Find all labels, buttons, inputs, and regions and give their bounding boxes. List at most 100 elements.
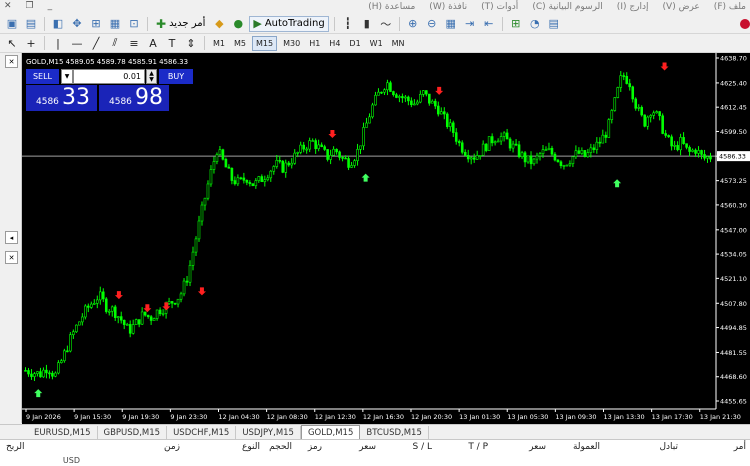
lot-size-input[interactable]: 0.01 xyxy=(73,69,145,84)
minimize-icon[interactable]: _ xyxy=(48,1,53,11)
periods-icon[interactable]: ◔ xyxy=(527,16,543,32)
autoscroll-icon[interactable]: ⇥ xyxy=(462,16,478,32)
timeframe-h1[interactable]: H1 xyxy=(306,36,323,51)
candle-body xyxy=(266,177,270,181)
new-chart-icon[interactable]: ▣ xyxy=(4,16,20,32)
menu-help[interactable]: مساعدة (H) xyxy=(368,2,415,12)
terminal-icon[interactable]: ▦ xyxy=(107,16,123,32)
close-icon[interactable]: ✕ xyxy=(4,1,12,11)
new-order-button[interactable]: ✚ أمر جديد xyxy=(153,16,208,32)
strategy-tester-icon[interactable]: ⊡ xyxy=(126,16,142,32)
col-symbol[interactable]: رمز xyxy=(308,442,322,452)
menu-window[interactable]: نافذة (W) xyxy=(429,2,467,12)
col-commission[interactable]: العمولة xyxy=(573,442,600,452)
tab-usdjpy[interactable]: USDJPY,M15 xyxy=(236,426,301,439)
panel-close-icon[interactable]: ✕ xyxy=(5,55,18,68)
channel-icon[interactable]: ⫽ xyxy=(107,35,123,51)
bar-chart-icon[interactable]: ┇ xyxy=(340,16,356,32)
line-chart-icon[interactable]: 〜 xyxy=(378,16,394,32)
sell-button[interactable]: SELL xyxy=(26,69,59,84)
current-price-label: 4586.33 xyxy=(719,153,746,161)
price-tick-label: 4547.00 xyxy=(720,226,747,234)
indicators-icon[interactable]: ⊞ xyxy=(508,16,524,32)
candle-body xyxy=(320,144,323,148)
col-price-current[interactable]: سعر xyxy=(529,442,546,452)
candle-body xyxy=(119,316,123,321)
horizontal-line-icon[interactable]: — xyxy=(69,35,85,51)
buy-price-box[interactable]: 4586 98 xyxy=(99,85,169,111)
lot-spinner[interactable]: ▲ ▼ xyxy=(146,69,157,84)
price-chart[interactable]: GOLD,M15 4589.05 4589.78 4585.91 4586.33… xyxy=(22,53,750,424)
col-order[interactable]: أمر xyxy=(734,442,746,452)
col-tp[interactable]: T / P xyxy=(468,442,488,452)
menu-file[interactable]: ملف (F) xyxy=(714,2,746,12)
tab-btcusd[interactable]: BTCUSD,M15 xyxy=(360,426,429,439)
timeframe-m30[interactable]: M30 xyxy=(280,36,303,51)
autotrading-button[interactable]: ▶ AutoTrading xyxy=(249,15,329,32)
tab-eurusd[interactable]: EURUSD,M15 xyxy=(28,426,98,439)
chart-shift-icon[interactable]: ⇤ xyxy=(481,16,497,32)
timeframe-d1[interactable]: D1 xyxy=(346,36,363,51)
zoom-out-icon[interactable]: ⊖ xyxy=(424,16,440,32)
tab-gbpusd[interactable]: GBPUSD,M15 xyxy=(98,426,168,439)
label-icon[interactable]: T xyxy=(164,35,180,51)
arrows-icon[interactable]: ⇕ xyxy=(183,35,199,51)
timeframe-h4[interactable]: H4 xyxy=(326,36,343,51)
col-sl[interactable]: S / L xyxy=(413,442,432,452)
tab-usdchf[interactable]: USDCHF,M15 xyxy=(167,426,237,439)
text-icon[interactable]: A xyxy=(145,35,161,51)
notification-badge[interactable] xyxy=(740,18,750,29)
candle-body xyxy=(383,89,386,93)
time-tick-label: 13 Jan 05:30 xyxy=(507,413,548,421)
spin-down-icon[interactable]: ▼ xyxy=(149,76,154,83)
candle-body xyxy=(676,145,679,151)
lot-dropdown-icon[interactable]: ▼ xyxy=(61,69,73,84)
candle-body xyxy=(410,100,413,106)
candlestick-icon[interactable]: ▮ xyxy=(359,16,375,32)
timeframe-m1[interactable]: M1 xyxy=(210,36,228,51)
col-swap[interactable]: تبادل xyxy=(659,442,678,452)
fibonacci-icon[interactable]: ≡ xyxy=(126,35,142,51)
cursor-icon[interactable]: ↖ xyxy=(4,35,20,51)
restore-icon[interactable]: ❐ xyxy=(26,1,34,11)
col-time[interactable]: زمن xyxy=(164,442,180,452)
globe-icon[interactable]: ● xyxy=(230,16,246,32)
col-volume[interactable]: الحجم xyxy=(269,442,292,452)
panel-close-icon[interactable]: ✕ xyxy=(5,251,18,264)
timeframe-mn[interactable]: MN xyxy=(389,36,408,51)
col-profit[interactable]: الربح xyxy=(6,442,25,452)
navigator-icon[interactable]: ⊞ xyxy=(88,16,104,32)
menu-insert[interactable]: إدارج (I) xyxy=(617,2,649,12)
vertical-line-icon[interactable]: | xyxy=(50,35,66,51)
menu-tools[interactable]: أدوات (T) xyxy=(481,2,518,12)
timeframe-m5[interactable]: M5 xyxy=(231,36,249,51)
candle-body xyxy=(137,319,141,325)
candle-body xyxy=(601,134,605,144)
terminal-row[interactable]: USD xyxy=(0,456,750,466)
tile-windows-icon[interactable]: ▦ xyxy=(443,16,459,32)
candle-body xyxy=(278,160,282,162)
window-controls: ✕ ❐ _ xyxy=(4,1,52,11)
candle-body xyxy=(392,91,395,96)
col-price[interactable]: سعر xyxy=(359,442,376,452)
menu-charts[interactable]: الرسوم البيانية (C) xyxy=(532,2,602,12)
crosshair-icon[interactable]: + xyxy=(23,35,39,51)
timeframe-m15[interactable]: M15 xyxy=(252,35,278,51)
candle-body xyxy=(451,122,455,133)
tab-gold[interactable]: GOLD,M15 xyxy=(300,425,361,439)
timeframe-w1[interactable]: W1 xyxy=(367,36,386,51)
standard-toolbar: ▣ ▤ ◧ ✥ ⊞ ▦ ⊡ ✚ أمر جديد ◆ ● ▶ AutoTradi… xyxy=(0,14,750,34)
sell-price-box[interactable]: 4586 33 xyxy=(26,85,97,111)
zoom-in-icon[interactable]: ⊕ xyxy=(405,16,421,32)
templates-icon[interactable]: ▤ xyxy=(546,16,562,32)
trendline-icon[interactable]: ╱ xyxy=(88,35,104,51)
menu-view[interactable]: عرض (V) xyxy=(663,2,700,12)
buy-button[interactable]: BUY xyxy=(159,69,193,84)
market-watch-icon[interactable]: ◧ xyxy=(50,16,66,32)
panel-pin-icon[interactable]: ◂ xyxy=(5,231,18,244)
col-type[interactable]: النوع xyxy=(242,442,260,452)
data-window-icon[interactable]: ✥ xyxy=(69,16,85,32)
profiles-icon[interactable]: ▤ xyxy=(23,16,39,32)
candle-body xyxy=(374,94,377,106)
metaeditor-icon[interactable]: ◆ xyxy=(211,16,227,32)
